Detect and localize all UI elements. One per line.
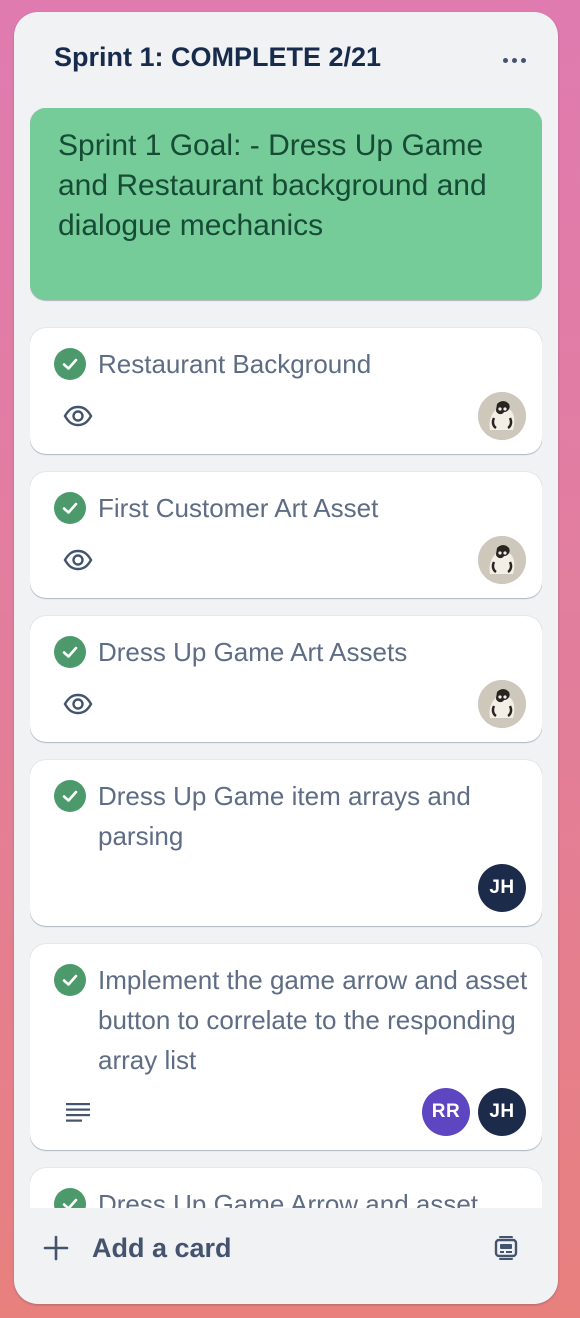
card-title: Dress Up Game Art Assets bbox=[98, 637, 408, 667]
card-title: Implement the game arrow and asset butto… bbox=[98, 965, 528, 1075]
check-circle-icon[interactable] bbox=[54, 964, 86, 996]
dot bbox=[520, 57, 526, 63]
board-list: Sprint 1: COMPLETE 2/21 Sprint 1 Goal: -… bbox=[14, 12, 558, 1304]
check-circle-icon[interactable] bbox=[54, 636, 86, 668]
add-card-label: Add a card bbox=[92, 1232, 232, 1263]
list-footer: Add a card bbox=[14, 1208, 558, 1304]
list-menu-button[interactable] bbox=[494, 40, 534, 80]
avatar-jh[interactable]: JH bbox=[478, 864, 526, 912]
eye-icon bbox=[62, 400, 94, 432]
check-circle-icon[interactable] bbox=[54, 1188, 86, 1208]
goal-card[interactable]: Sprint 1 Goal: - Dress Up Game and Resta… bbox=[30, 108, 542, 300]
card-dress-up-game-art-assets[interactable]: Dress Up Game Art Assets bbox=[30, 616, 542, 742]
card-implement-game-arrow[interactable]: Implement the game arrow and asset butto… bbox=[30, 944, 542, 1150]
check-circle-icon[interactable] bbox=[54, 348, 86, 380]
card-list: Sprint 1 Goal: - Dress Up Game and Resta… bbox=[30, 108, 542, 1208]
eye-icon bbox=[62, 544, 94, 576]
card-title: First Customer Art Asset bbox=[98, 493, 379, 523]
card-title: Dress Up Game Arrow and asset bbox=[98, 1189, 479, 1208]
dot bbox=[511, 57, 517, 63]
card-restaurant-background[interactable]: Restaurant Background bbox=[30, 328, 542, 454]
avatar-jh[interactable]: JH bbox=[478, 1088, 526, 1136]
list-header: Sprint 1: COMPLETE 2/21 bbox=[14, 12, 558, 108]
eye-icon bbox=[62, 688, 94, 720]
card-title: Dress Up Game item arrays and parsing bbox=[98, 781, 471, 851]
avatar[interactable] bbox=[478, 536, 526, 584]
add-card-button[interactable]: Add a card bbox=[42, 1222, 442, 1274]
avatar[interactable] bbox=[478, 392, 526, 440]
goal-card-title: Sprint 1 Goal: - Dress Up Game and Resta… bbox=[58, 129, 487, 242]
card-dress-up-game-item-arrays[interactable]: Dress Up Game item arrays and parsing JH bbox=[30, 760, 542, 926]
check-circle-icon[interactable] bbox=[54, 780, 86, 812]
description-icon bbox=[64, 1100, 92, 1124]
more-horizontal-icon bbox=[502, 57, 508, 63]
card-template-icon bbox=[492, 1234, 520, 1262]
card-dress-up-game-arrow-and-asset[interactable]: Dress Up Game Arrow and asset bbox=[30, 1168, 542, 1208]
check-circle-icon[interactable] bbox=[54, 492, 86, 524]
avatar[interactable] bbox=[478, 680, 526, 728]
create-from-template-button[interactable] bbox=[482, 1224, 530, 1272]
list-title[interactable]: Sprint 1: COMPLETE 2/21 bbox=[54, 42, 381, 73]
plus-icon bbox=[42, 1234, 70, 1262]
avatar-rr[interactable]: RR bbox=[422, 1088, 470, 1136]
card-first-customer-art-asset[interactable]: First Customer Art Asset bbox=[30, 472, 542, 598]
card-title: Restaurant Background bbox=[98, 349, 372, 379]
